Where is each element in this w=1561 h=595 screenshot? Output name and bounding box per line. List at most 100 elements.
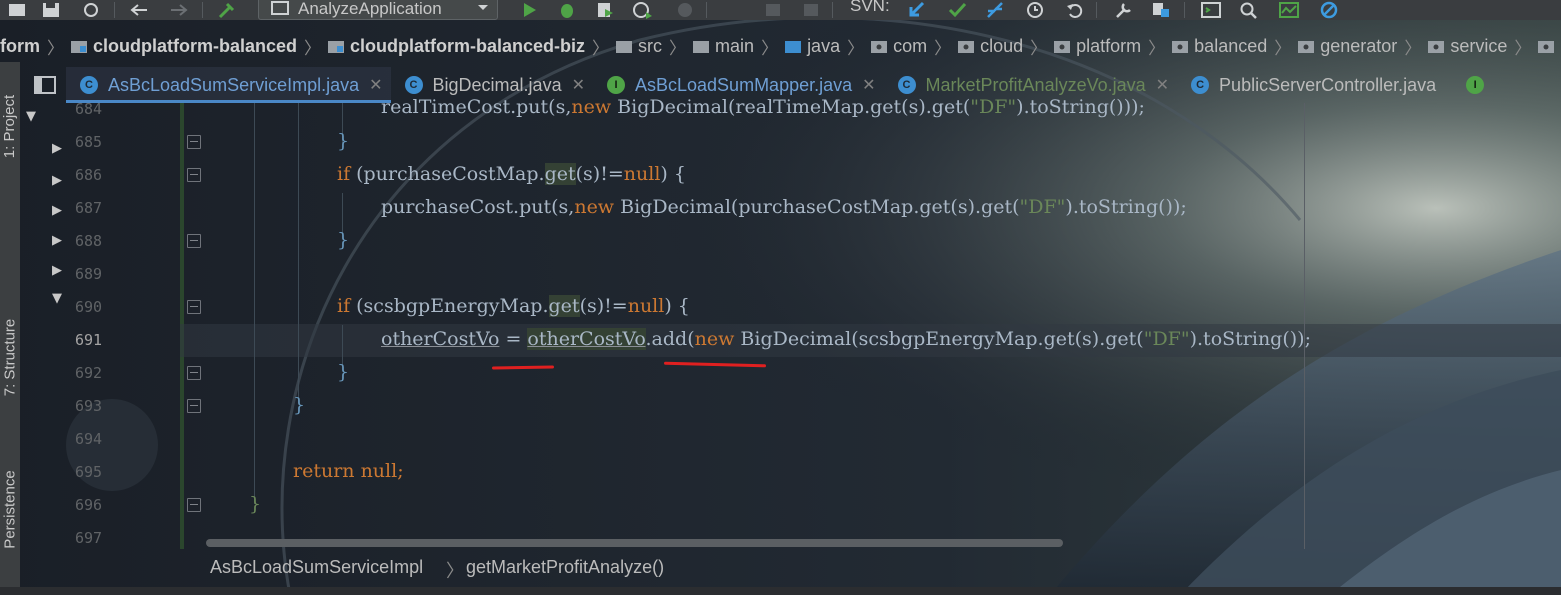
breadcrumb-item[interactable]: cloud xyxy=(958,36,1023,57)
tab-overflow[interactable]: I xyxy=(1444,67,1502,103)
tab-publicservercontroller[interactable]: C PublicServerController.java xyxy=(1177,67,1444,103)
breadcrumb-separator: 〉 xyxy=(1274,38,1292,58)
monitor-icon[interactable] xyxy=(1276,0,1302,20)
close-icon[interactable]: ✕ xyxy=(1156,75,1169,95)
profile-icon[interactable] xyxy=(630,0,656,20)
breadcrumb-item[interactable]: cloudplatform-balanced xyxy=(71,36,297,57)
tab-bigdecimal[interactable]: C BigDecimal.java ✕ xyxy=(391,67,593,103)
expand-arrow-icon[interactable]: ▼ xyxy=(52,291,62,306)
collapse-arrow-icon[interactable]: ▶ xyxy=(52,263,62,278)
persistence-tool-button[interactable]: Persistence xyxy=(0,450,20,568)
code-editor[interactable]: 684 685 686 687 688 689 690 691 692 693 … xyxy=(66,96,1561,549)
back-icon[interactable] xyxy=(126,0,152,20)
breadcrumb-item[interactable]: main xyxy=(693,36,754,57)
fold-marker[interactable] xyxy=(187,168,201,182)
stop-icon[interactable] xyxy=(672,0,698,20)
collapse-arrow-icon[interactable]: ▶ xyxy=(52,233,62,248)
revert-icon[interactable] xyxy=(1062,0,1088,20)
search-icon[interactable] xyxy=(1236,0,1262,20)
save-icon[interactable] xyxy=(38,0,64,20)
project-structure-icon[interactable] xyxy=(1148,0,1174,20)
project-view-icon[interactable] xyxy=(34,76,56,94)
application-icon xyxy=(271,1,289,15)
collapse-arrow-icon[interactable]: ▶ xyxy=(52,173,62,188)
editor-tabs: C AsBcLoadSumServiceImpl.java ✕ C BigDec… xyxy=(66,67,1561,103)
settings-icon[interactable] xyxy=(1110,0,1136,20)
fold-marker[interactable] xyxy=(187,300,201,314)
horizontal-scrollbar[interactable] xyxy=(206,539,1063,547)
breadcrumb-item[interactable]: com xyxy=(871,36,927,57)
fold-marker[interactable] xyxy=(187,498,201,512)
breadcrumb-item[interactable]: form xyxy=(0,36,40,57)
no-entry-icon[interactable] xyxy=(1316,0,1342,20)
module-folder-icon xyxy=(71,41,87,53)
tab-marketprofitanalyzevo[interactable]: C MarketProfitAnalyzeVo.java ✕ xyxy=(884,67,1178,103)
fold-marker[interactable] xyxy=(187,135,201,149)
line-number: 688 xyxy=(75,232,103,250)
expand-arrow-icon[interactable]: ▼ xyxy=(26,109,36,124)
svn-update-icon[interactable] xyxy=(904,0,930,20)
run-configuration-select[interactable]: AnalyzeApplication xyxy=(258,0,498,20)
breadcrumb-item[interactable]: src xyxy=(616,36,662,57)
code-line-685: } xyxy=(337,130,350,152)
build-icon[interactable] xyxy=(214,0,240,20)
sync-icon[interactable] xyxy=(78,0,104,20)
coverage-icon[interactable] xyxy=(592,0,618,20)
tab-asbcloadsummapper[interactable]: I AsBcLoadSumMapper.java ✕ xyxy=(593,67,884,103)
close-icon[interactable]: ✕ xyxy=(862,75,875,95)
code-line-688: } xyxy=(337,229,350,251)
right-margin-guide xyxy=(1304,103,1305,549)
close-icon[interactable]: ✕ xyxy=(572,75,585,95)
line-number: 690 xyxy=(75,298,103,316)
svn-compare-icon[interactable] xyxy=(982,0,1008,20)
variable-othercostvo: otherCostVo xyxy=(381,328,500,350)
deploy-icon[interactable] xyxy=(760,0,786,20)
code-line-692: } xyxy=(337,361,350,383)
breadcrumb-item[interactable]: generator xyxy=(1298,36,1397,57)
breadcrumb-separator: 〉 xyxy=(1404,38,1422,58)
forward-icon[interactable] xyxy=(166,0,192,20)
package-icon xyxy=(958,41,975,53)
breadcrumb-item[interactable]: java xyxy=(785,36,840,57)
indent-guide xyxy=(298,103,299,403)
breadcrumb-item[interactable]: service xyxy=(1428,36,1507,57)
fold-marker[interactable] xyxy=(187,366,201,380)
breadcrumb-item[interactable]: cloudplatform-balanced-biz xyxy=(328,36,585,57)
package-icon[interactable] xyxy=(1538,39,1555,53)
tab-asbcloadsumserviceimpl[interactable]: C AsBcLoadSumServiceImpl.java ✕ xyxy=(66,67,391,103)
breadcrumb-class[interactable]: AsBcLoadSumServiceImpl xyxy=(210,557,423,578)
run-icon[interactable] xyxy=(516,0,542,20)
svn-commit-icon[interactable] xyxy=(944,0,970,20)
line-number: 692 xyxy=(75,364,103,382)
class-icon: C xyxy=(1191,76,1210,94)
project-tool-button[interactable]: 1: Project xyxy=(0,70,20,182)
code-breadcrumb: AsBcLoadSumServiceImpl 〉 getMarketProfit… xyxy=(66,549,1561,587)
breadcrumb-item[interactable]: balanced xyxy=(1172,36,1267,57)
breadcrumb-method[interactable]: getMarketProfitAnalyze() xyxy=(466,557,664,578)
history-icon[interactable] xyxy=(1022,0,1048,20)
line-number: 685 xyxy=(75,133,103,151)
breadcrumb-separator: 〉 xyxy=(934,38,952,58)
code-line-691: otherCostVo = otherCostVo.add(new BigDec… xyxy=(381,328,1311,350)
line-number: 691 xyxy=(75,331,103,349)
collapse-arrow-icon[interactable]: ▶ xyxy=(52,203,62,218)
package-icon[interactable] xyxy=(798,0,824,20)
package-icon xyxy=(1298,41,1315,53)
code-line-686: if (purchaseCostMap.get(s)!=null) { xyxy=(337,163,686,185)
code-line-693: } xyxy=(293,394,306,416)
indent-guide xyxy=(342,325,343,365)
close-icon[interactable]: ✕ xyxy=(369,75,382,95)
fold-marker[interactable] xyxy=(187,399,201,413)
chevron-down-icon xyxy=(478,5,488,10)
breadcrumb-separator: 〉 xyxy=(1030,38,1048,58)
breadcrumb-separator: 〉 xyxy=(847,38,865,58)
debug-icon[interactable] xyxy=(554,0,580,20)
structure-tool-button[interactable]: 7: Structure xyxy=(0,292,20,422)
folder-icon[interactable] xyxy=(4,0,30,20)
package-icon xyxy=(1172,41,1189,53)
line-number: 693 xyxy=(75,397,103,415)
fold-marker[interactable] xyxy=(187,234,201,248)
breadcrumb-item[interactable]: platform xyxy=(1054,36,1141,57)
collapse-arrow-icon[interactable]: ▶ xyxy=(52,141,62,156)
terminal-icon[interactable] xyxy=(1198,0,1224,20)
